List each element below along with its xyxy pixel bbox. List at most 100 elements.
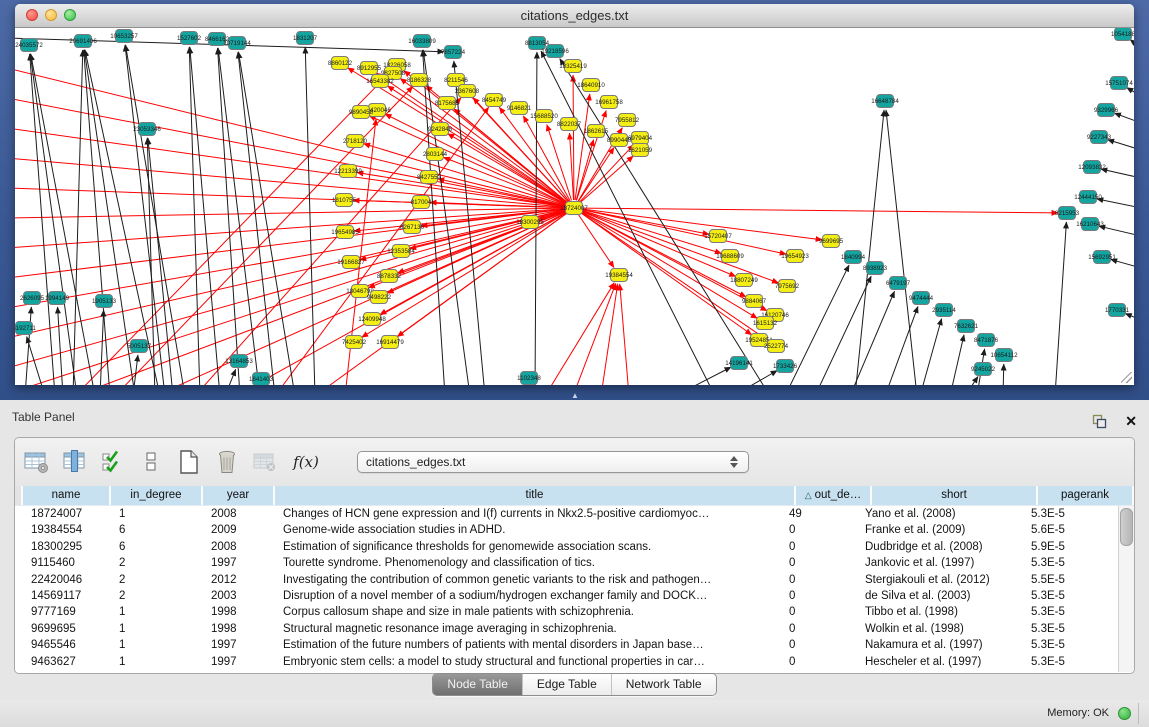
cell-in_degree[interactable]: 2 — [111, 555, 203, 571]
graph-node[interactable]: 15688520 — [530, 110, 558, 123]
cell-name[interactable]: 9465546 — [23, 637, 111, 653]
cell-short[interactable]: Stergiakouli et al. (2012) — [857, 572, 1023, 588]
cell-title[interactable]: Investigating the contribution of common… — [275, 572, 781, 588]
graph-node[interactable]: 7425402 — [342, 336, 367, 349]
cell-title[interactable]: Estimation of the future numbers of pati… — [275, 637, 781, 653]
table-row[interactable]: 1830029562008Estimation of significance … — [15, 539, 1119, 555]
cell-year[interactable]: 1997 — [203, 637, 275, 653]
graph-node[interactable]: 12093832 — [1078, 161, 1106, 174]
table-settings-icon[interactable] — [23, 449, 51, 475]
graph-node[interactable]: 12353584 — [387, 245, 415, 258]
tab-edge-table[interactable]: Edge Table — [522, 674, 611, 695]
graph-node[interactable]: 15720407 — [704, 230, 732, 243]
graph-node[interactable]: 9329966 — [1094, 104, 1119, 117]
cell-gutter[interactable] — [15, 588, 23, 604]
table-source-selector[interactable]: citations_edges.txt — [357, 451, 749, 473]
cell-year[interactable]: 2008 — [203, 539, 275, 555]
graph-node[interactable]: 7632621 — [954, 320, 979, 333]
graph-node[interactable]: 24035572 — [15, 39, 43, 52]
cell-name[interactable]: 14569117 — [23, 588, 111, 604]
cell-title[interactable]: Estimation of significance thresholds fo… — [275, 539, 781, 555]
graph-node[interactable]: 16210643 — [1076, 218, 1104, 231]
graph-node[interactable]: 1527602 — [177, 32, 202, 45]
cell-name[interactable]: 19384554 — [23, 522, 111, 538]
table-row[interactable]: 1938455462009Genome-wide association stu… — [15, 522, 1119, 538]
graph-node[interactable]: 1733426 — [773, 360, 798, 373]
graph-node[interactable]: 18325419 — [559, 60, 587, 73]
cell-gutter[interactable] — [15, 637, 23, 653]
cell-gutter[interactable] — [15, 654, 23, 670]
cell-name[interactable]: 9699695 — [23, 621, 111, 637]
network-graph-svg[interactable]: 1872400788601228912955182260589827508818… — [15, 28, 1134, 385]
graph-node[interactable]: 1994149 — [45, 292, 70, 305]
graph-node[interactable]: 16914479 — [376, 336, 404, 349]
graph-node[interactable]: 817004 — [411, 196, 432, 209]
cell-gutter[interactable] — [15, 539, 23, 555]
cell-out_degree[interactable]: 49 — [781, 506, 857, 522]
cell-out_degree[interactable]: 0 — [781, 539, 857, 555]
network-canvas[interactable]: 1872400788601228912955182260589827508818… — [15, 28, 1134, 385]
graph-node[interactable]: 1621059 — [628, 144, 653, 157]
graph-node[interactable]: 7975692 — [775, 280, 800, 293]
graph-node[interactable]: 8454749 — [482, 94, 507, 107]
table-row[interactable]: 1872400712008Changes of HCN gene express… — [15, 506, 1119, 522]
graph-node[interactable]: 2935114 — [932, 304, 956, 317]
cell-name[interactable]: 18300295 — [23, 539, 111, 555]
graph-node[interactable]: 1905133 — [92, 295, 117, 308]
cell-pagerank[interactable]: 5.3E-5 — [1023, 604, 1119, 620]
graph-node[interactable]: 6479197 — [886, 277, 911, 290]
cell-year[interactable]: 2012 — [203, 572, 275, 588]
graph-node[interactable]: 10654112 — [990, 349, 1018, 362]
table-row[interactable]: 1456911722003Disruption of a novel membe… — [15, 588, 1119, 604]
graph-node[interactable]: 2367608 — [455, 85, 480, 98]
cell-year[interactable]: 2003 — [203, 588, 275, 604]
cell-gutter[interactable] — [15, 522, 23, 538]
panel-splitter-handle[interactable]: ▲ — [568, 392, 582, 399]
cell-name[interactable]: 18724007 — [23, 506, 111, 522]
cell-pagerank[interactable]: 5.6E-5 — [1023, 522, 1119, 538]
cell-pagerank[interactable]: 5.3E-5 — [1023, 555, 1119, 571]
cell-year[interactable]: 2009 — [203, 522, 275, 538]
cell-gutter[interactable] — [15, 506, 23, 522]
graph-node[interactable]: 8215953 — [1055, 207, 1080, 220]
graph-node[interactable]: 15692951 — [1088, 251, 1116, 264]
column-header-short[interactable]: short — [872, 486, 1038, 505]
cell-in_degree[interactable]: 6 — [111, 539, 203, 555]
graph-node[interactable]: 1102348 — [517, 372, 541, 385]
cell-short[interactable]: de Silva et al. (2003) — [857, 588, 1023, 604]
cell-in_degree[interactable]: 1 — [111, 506, 203, 522]
cell-year[interactable]: 1997 — [203, 555, 275, 571]
graph-node[interactable]: 2522774 — [764, 340, 789, 353]
cell-year[interactable]: 1998 — [203, 604, 275, 620]
graph-node[interactable]: 8267130 — [400, 221, 425, 234]
graph-node[interactable]: 9227343 — [1087, 131, 1112, 144]
graph-node[interactable]: 20691406 — [69, 35, 97, 48]
graph-node[interactable]: 8822037 — [557, 118, 582, 131]
graph-node[interactable]: 1810755 — [332, 194, 357, 207]
cell-gutter[interactable] — [15, 555, 23, 571]
column-header-year[interactable]: year — [203, 486, 275, 505]
graph-node[interactable]: 23053346 — [133, 123, 161, 136]
graph-node[interactable]: 8912955 — [357, 62, 382, 75]
scrollbar-thumb[interactable] — [1120, 508, 1133, 546]
cell-name[interactable]: 22420046 — [23, 572, 111, 588]
cell-pagerank[interactable]: 5.9E-5 — [1023, 539, 1119, 555]
cell-title[interactable]: Disruption of a novel member of a sodium… — [275, 588, 781, 604]
cell-title[interactable]: Structural magnetic resonance image aver… — [275, 621, 781, 637]
cell-in_degree[interactable]: 1 — [111, 621, 203, 637]
graph-node[interactable]: 19384554 — [605, 269, 633, 282]
cell-out_degree[interactable]: 0 — [781, 522, 857, 538]
cell-out_degree[interactable]: 0 — [781, 588, 857, 604]
graph-node[interactable]: 9699695 — [819, 235, 844, 248]
network-window-titlebar[interactable]: citations_edges.txt — [15, 4, 1134, 28]
graph-node[interactable]: 9242848 — [428, 123, 453, 136]
graph-node[interactable]: 8860122 — [328, 57, 353, 70]
cell-out_degree[interactable]: 0 — [781, 621, 857, 637]
graph-node[interactable]: 16033809 — [408, 35, 436, 48]
table-row[interactable]: 977716911998Corpus callosum shape and si… — [15, 604, 1119, 620]
close-panel-icon[interactable]: ✕ — [1125, 413, 1137, 429]
cell-out_degree[interactable]: 0 — [781, 637, 857, 653]
cell-pagerank[interactable]: 5.3E-5 — [1023, 506, 1119, 522]
cell-in_degree[interactable]: 2 — [111, 588, 203, 604]
graph-node[interactable]: 9245022 — [971, 363, 996, 376]
